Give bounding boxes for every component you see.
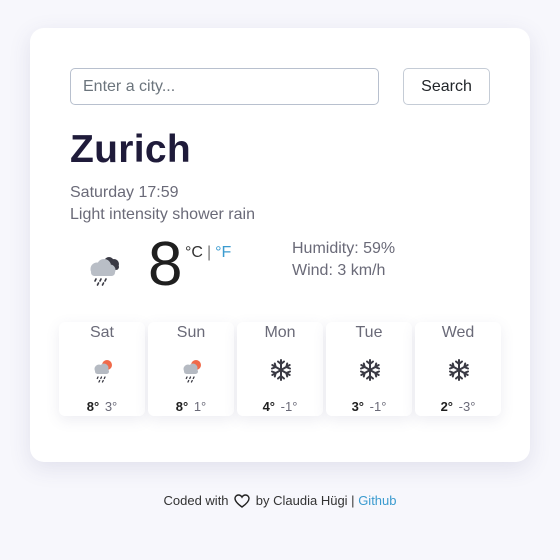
heart-icon bbox=[234, 494, 250, 508]
weather-card: Search Zurich Saturday 17:59 Light inten… bbox=[30, 28, 530, 462]
forecast-temps: 8° 1° bbox=[148, 399, 234, 414]
forecast-day-name: Wed bbox=[441, 324, 475, 341]
unit-separator: | bbox=[206, 244, 212, 261]
forecast-min: -1° bbox=[369, 399, 387, 414]
forecast-day-name: Sun bbox=[176, 324, 206, 341]
current-temperature: 8 bbox=[148, 230, 183, 299]
forecast-day: Wed 2° -3° bbox=[415, 322, 501, 416]
snow-icon bbox=[356, 356, 384, 384]
wind: Wind: 3 km/h bbox=[292, 262, 386, 279]
shower-rain-night-icon bbox=[82, 248, 126, 292]
weather-details: Humidity: 59% Wind: 3 km/h bbox=[292, 238, 395, 282]
forecast-day-name: Sat bbox=[89, 324, 114, 341]
forecast-day: Sat 8° 3° bbox=[59, 322, 145, 416]
city-search-input[interactable] bbox=[70, 68, 379, 105]
shower-rain-sun-icon bbox=[89, 356, 117, 384]
footer-author: by Claudia Hügi | bbox=[255, 493, 355, 508]
shower-rain-sun-icon bbox=[178, 356, 206, 384]
date-time: Saturday 17:59 bbox=[70, 184, 179, 201]
forecast-min: 1° bbox=[193, 399, 207, 414]
snow-icon bbox=[445, 356, 473, 384]
forecast-temps: 4° -1° bbox=[237, 399, 323, 414]
forecast: Sat 8° 3° Sun 8° 1° Mon 4° -1° Tue 3° -1… bbox=[59, 322, 503, 416]
forecast-max: 4° bbox=[262, 399, 276, 414]
humidity: Humidity: 59% bbox=[292, 240, 396, 257]
forecast-max: 2° bbox=[440, 399, 454, 414]
forecast-min: 3° bbox=[104, 399, 118, 414]
forecast-day: Sun 8° 1° bbox=[148, 322, 234, 416]
forecast-day-name: Tue bbox=[355, 324, 383, 341]
forecast-max: 8° bbox=[175, 399, 189, 414]
footer: Coded with by Claudia Hügi | Github bbox=[0, 493, 560, 508]
github-link[interactable]: Github bbox=[358, 493, 396, 508]
snow-icon bbox=[267, 356, 295, 384]
forecast-min: -1° bbox=[280, 399, 298, 414]
search-button[interactable]: Search bbox=[403, 68, 490, 105]
forecast-temps: 3° -1° bbox=[326, 399, 412, 414]
forecast-temps: 8° 3° bbox=[59, 399, 145, 414]
forecast-day-name: Mon bbox=[264, 324, 296, 341]
footer-prefix: Coded with bbox=[163, 493, 229, 508]
weather-description: Light intensity shower rain bbox=[70, 206, 255, 223]
forecast-max: 3° bbox=[351, 399, 365, 414]
forecast-max: 8° bbox=[86, 399, 100, 414]
city-name: Zurich bbox=[70, 128, 191, 171]
forecast-min: -3° bbox=[458, 399, 476, 414]
unit-switcher: °C | °F bbox=[185, 244, 231, 262]
forecast-day: Tue 3° -1° bbox=[326, 322, 412, 416]
fahrenheit-link[interactable]: °F bbox=[215, 244, 231, 261]
celsius-unit[interactable]: °C bbox=[185, 244, 203, 261]
forecast-temps: 2° -3° bbox=[415, 399, 501, 414]
forecast-day: Mon 4° -1° bbox=[237, 322, 323, 416]
